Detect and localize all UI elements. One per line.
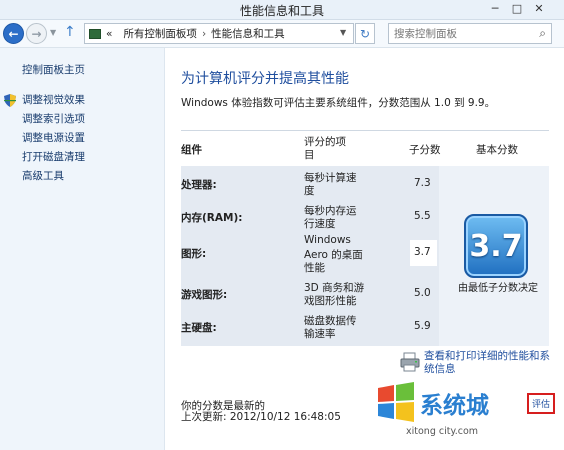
row-gaming-desc-cont: 戏图形性能: [304, 295, 357, 307]
watermark-url: xitong city.com: [406, 426, 479, 437]
shield-icon: [4, 94, 16, 107]
breadcrumb[interactable]: « 所有控制面板项 › 性能信息和工具: [84, 23, 354, 44]
site-watermark: 系统城 xitong city.com 评估: [366, 376, 556, 448]
last-update: 上次更新: 2012/10/12 16:48:05: [181, 411, 341, 423]
refresh-button[interactable]: ↻: [355, 23, 375, 44]
sidebar-item-visual-effects[interactable]: 调整视觉效果: [4, 91, 85, 110]
page-description: Windows 体验指数可评估主要系统组件，分数范围从 1.0 到 9.9。: [181, 97, 496, 109]
highlight-box: 评估: [527, 393, 555, 414]
base-score-badge: 3.7: [464, 214, 528, 278]
windows-logo-icon: [378, 382, 414, 422]
search-input[interactable]: [389, 24, 529, 43]
row-cpu-desc-cont: 度: [304, 185, 315, 197]
up-level-button[interactable]: ↑: [64, 24, 76, 40]
page-title: 为计算机评分并提高其性能: [181, 71, 349, 87]
minimize-button[interactable]: ─: [484, 0, 506, 17]
row-ram-desc-cont: 行速度: [304, 218, 336, 230]
address-dropdown-chevron-icon[interactable]: ▼: [340, 28, 346, 37]
sidebar-home-link[interactable]: 控制面板主页: [22, 62, 85, 77]
row-gaming-component: 游戏图形:: [181, 289, 228, 301]
printer-icon[interactable]: [399, 351, 421, 373]
header-rated-item-cont: 目: [304, 149, 315, 161]
recent-pages-chevron-icon[interactable]: ▼: [50, 28, 56, 37]
row-graphics-desc-cont2: 性能: [304, 262, 325, 274]
row-ram-component: 内存(RAM):: [181, 212, 243, 224]
row-cpu-score: 7.3: [414, 177, 431, 189]
row-disk-score: 5.9: [414, 320, 431, 332]
row-disk-desc-cont: 输速率: [304, 328, 336, 340]
close-button[interactable]: ✕: [528, 0, 550, 17]
header-component: 组件: [181, 144, 202, 156]
search-icon[interactable]: ⌕: [539, 26, 546, 41]
header-basescore: 基本分数: [476, 144, 518, 156]
breadcrumb-overflow[interactable]: «: [106, 28, 112, 40]
watermark-text: 系统城: [420, 393, 489, 419]
maximize-button[interactable]: □: [506, 0, 528, 17]
breadcrumb-separator: ›: [201, 27, 207, 40]
sidebar-task-list: 调整视觉效果 调整索引选项 调整电源设置 打开磁盘清理 高级工具: [4, 91, 85, 186]
base-score-caption: 由最低子分数决定: [458, 283, 538, 294]
row-graphics-desc: Windows: [304, 234, 351, 246]
row-graphics-score: 3.7: [414, 246, 431, 258]
sidebar-item-power[interactable]: 调整电源设置: [22, 129, 85, 148]
sidebar-item-advanced-tools[interactable]: 高级工具: [22, 167, 85, 186]
table-header: 组件 评分的项 目 子分数 基本分数: [181, 130, 549, 166]
breadcrumb-performance[interactable]: 性能信息和工具: [211, 26, 285, 41]
window-title: 性能信息和工具: [239, 4, 324, 18]
sidebar: 控制面板主页 调整视觉效果 调整索引选项 调整电源设置 打开磁盘清理 高级工具: [0, 48, 165, 450]
row-cpu-component: 处理器:: [181, 179, 217, 191]
row-disk-component: 主硬盘:: [181, 322, 217, 334]
breadcrumb-all-items[interactable]: 所有控制面板项: [123, 26, 197, 41]
search-box[interactable]: ⌕: [388, 23, 552, 44]
view-print-details-link[interactable]: 查看和打印详细的性能和系统信息: [424, 350, 554, 376]
row-ram-score: 5.5: [414, 210, 431, 222]
header-subscore: 子分数: [409, 144, 441, 156]
title-bar: 性能信息和工具 ─ □ ✕: [0, 0, 564, 20]
sidebar-item-disk-cleanup[interactable]: 打开磁盘清理: [22, 148, 85, 167]
window-controls: ─ □ ✕: [484, 0, 550, 17]
sidebar-item-label: 调整视觉效果: [22, 94, 85, 106]
control-panel-icon: [89, 28, 101, 39]
forward-button[interactable]: →: [26, 23, 47, 44]
address-bar: ← → ▼ ↑ « 所有控制面板项 › 性能信息和工具 ▼ ↻ ⌕: [0, 20, 564, 48]
sidebar-item-indexing[interactable]: 调整索引选项: [22, 110, 85, 129]
back-button[interactable]: ←: [3, 23, 24, 44]
row-gaming-score: 5.0: [414, 287, 431, 299]
row-graphics-component: 图形:: [181, 248, 207, 260]
